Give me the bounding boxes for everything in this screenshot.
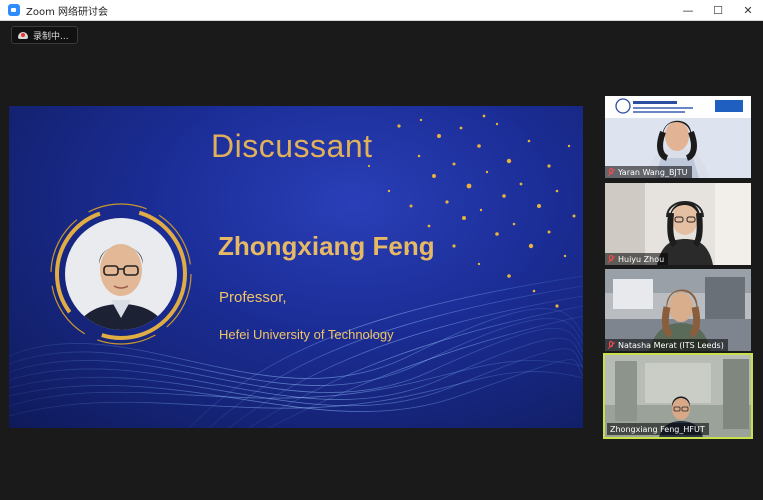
speaker-name: Zhongxiang Feng: [218, 231, 435, 261]
maximize-button[interactable]: ☐: [703, 0, 733, 21]
window-title: Zoom 网络研讨会: [26, 6, 109, 18]
speaker-portrait: [50, 203, 192, 345]
cloud-record-icon: [18, 31, 28, 39]
shared-screen: Discussant Zhongxiang Feng Professor, He…: [9, 106, 583, 428]
close-button[interactable]: ✕: [733, 0, 763, 21]
window-controls: — ☐ ✕: [673, 0, 763, 21]
participant-name-bar: Natasha Merat (ITS Leeds): [605, 339, 728, 351]
participant-tile[interactable]: Natasha Merat (ITS Leeds): [605, 269, 751, 351]
participant-name-bar: Zhongxiang Feng_HFUT: [607, 423, 709, 435]
participant-name: Huiyu Zhou: [618, 254, 665, 264]
zoom-logo-icon: [8, 4, 20, 16]
participant-name-bar: Yaran Wang_BJTU: [605, 166, 692, 178]
participant-name: Natasha Merat (ITS Leeds): [618, 340, 724, 350]
participant-name-bar: Huiyu Zhou: [605, 253, 669, 265]
participant-name: Yaran Wang_BJTU: [618, 167, 688, 177]
speaker-role: Professor,: [219, 289, 287, 306]
window-titlebar: Zoom 网络研讨会 — ☐ ✕: [0, 0, 763, 21]
participant-name: Zhongxiang Feng_HFUT: [610, 424, 705, 434]
participant-tile[interactable]: Yaran Wang_BJTU: [605, 96, 751, 178]
slide-heading: Discussant: [211, 128, 373, 164]
recording-indicator[interactable]: 录制中...: [11, 26, 78, 44]
mic-muted-icon: [608, 340, 614, 350]
participant-tile-active-speaker[interactable]: Zhongxiang Feng_HFUT: [603, 353, 753, 439]
mic-muted-icon: [608, 167, 614, 177]
recording-label: 录制中...: [33, 31, 69, 42]
participant-tile[interactable]: Huiyu Zhou: [605, 183, 751, 265]
speaker-affiliation: Hefei University of Technology: [219, 327, 394, 342]
minimize-button[interactable]: —: [673, 0, 703, 21]
mic-muted-icon: [608, 254, 614, 264]
